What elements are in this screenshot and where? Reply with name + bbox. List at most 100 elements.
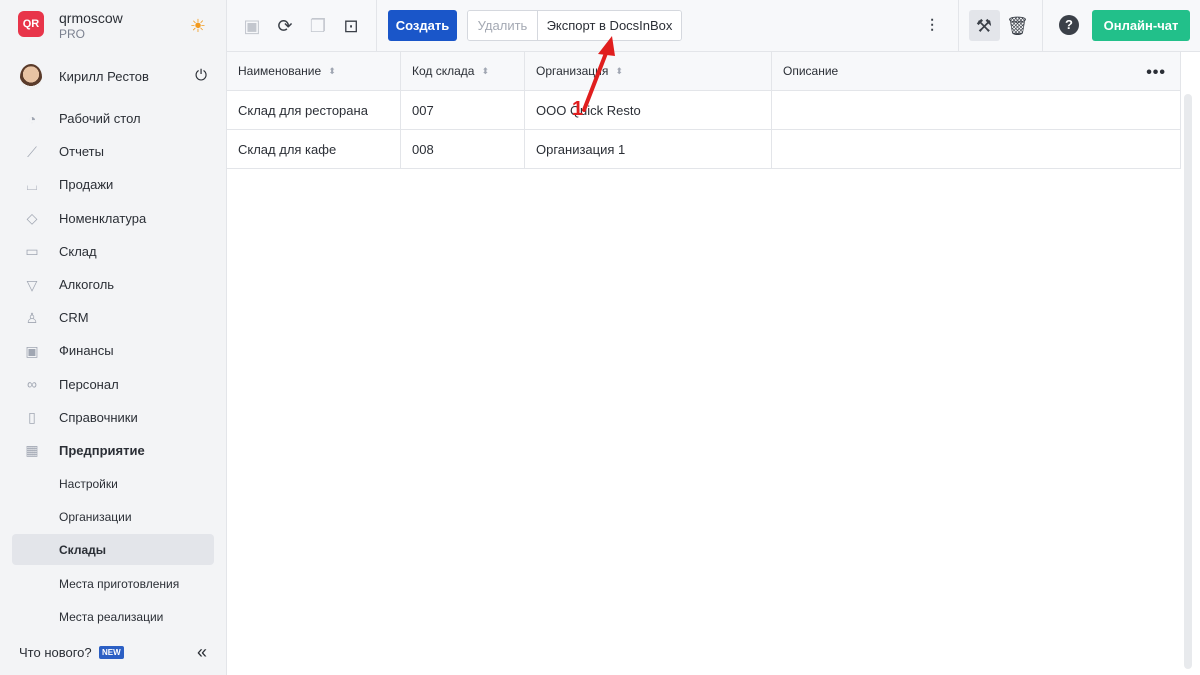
new-badge: NEW <box>99 646 124 659</box>
subnav-item-label: Места реализации <box>59 609 164 624</box>
copy-icon[interactable]: ❐ <box>307 15 329 37</box>
sidebar-item-label: Отчеты <box>59 144 104 160</box>
column-header-label: Организация <box>536 64 609 78</box>
online-chat-button[interactable]: Онлайн-чат <box>1092 10 1190 41</box>
account-name: qrmoscow <box>59 10 123 26</box>
column-header-description[interactable]: Описание ••• <box>772 52 1181 90</box>
book-icon: ▯ <box>28 409 36 426</box>
subnav-item-2[interactable]: Склады <box>0 533 227 566</box>
sidebar-item-1[interactable]: ⟋ Отчеты <box>0 135 227 168</box>
account-plan: PRO <box>59 27 86 41</box>
sidebar-item-label: Предприятие <box>59 442 145 458</box>
sort-icon[interactable]: ⬍ <box>328 66 336 76</box>
sidebar: QR qrmoscow PRO ☀ Кирилл Рестов ⏻ ◔ Рабоч… <box>0 0 227 675</box>
sidebar-item-label: Рабочий стол <box>59 111 141 127</box>
column-header-label: Наименование <box>238 64 322 78</box>
cell-name: Склад для кафе <box>227 130 401 168</box>
avatar <box>20 64 42 90</box>
toolbar-divider <box>1042 0 1043 52</box>
tools-icon[interactable]: ⚒ <box>973 15 995 37</box>
subnav-item-0[interactable]: Настройки <box>0 467 227 500</box>
cell-description <box>772 130 1181 168</box>
help-icon[interactable]: ? <box>1059 15 1079 35</box>
user-name: Кирилл Рестов <box>59 69 149 84</box>
trash-icon[interactable]: 🗑 <box>1006 15 1029 37</box>
sidebar-item-5[interactable]: ▽ Алкоголь <box>0 268 227 301</box>
toolbar-divider <box>958 0 959 52</box>
column-header-name[interactable]: Наименование ⬍ <box>227 52 401 90</box>
table-header-row: Наименование ⬍ Код склада ⬍ Организация ⬍ О… <box>227 52 1181 91</box>
cell-description <box>772 91 1181 129</box>
app-logo: QR <box>18 11 44 37</box>
sort-icon[interactable]: ⬍ <box>481 66 489 76</box>
box-icon: ▭ <box>25 243 39 260</box>
sidebar-item-label: Продажи <box>59 177 114 193</box>
inbox-icon[interactable]: ⊡ <box>340 15 362 37</box>
sun-icon[interactable]: ☀ <box>188 16 208 36</box>
power-icon[interactable]: ⏻ <box>192 67 210 85</box>
sidebar-item-9[interactable]: ▯ Справочники <box>0 401 227 434</box>
subnav-item-label: Места приготовления <box>59 576 180 591</box>
cell-organization: ООО Quick Resto <box>525 91 772 129</box>
basket-icon: ⌴ <box>26 176 38 193</box>
brand-header[interactable]: QR qrmoscow PRO ☀ <box>0 0 227 52</box>
sidebar-item-label: CRM <box>59 310 89 326</box>
sidebar-item-4[interactable]: ▭ Склад <box>0 235 227 268</box>
enterprise-subnav: Настройки Организации Склады Места приготов… <box>0 467 227 633</box>
main-nav: ◔ Рабочий стол ⟋ Отчеты ⌴ Продажи ◇ Номенклатур… <box>0 102 227 467</box>
sidebar-item-6[interactable]: ♙ CRM <box>0 301 227 334</box>
sort-icon[interactable]: ⬍ <box>615 66 623 76</box>
toolbar: ▣ ⟳ ❐ ⊡ Создать Удалить Экспорт в DocsIn… <box>227 0 1200 52</box>
whats-new[interactable]: Что нового? NEW « <box>0 638 227 666</box>
action-button-group: Удалить Экспорт в DocsInBox <box>467 10 682 41</box>
subnav-item-label: Склады <box>59 543 106 558</box>
sidebar-item-label: Номенклатура <box>59 210 147 226</box>
export-docsinbox-button[interactable]: Экспорт в DocsInBox <box>538 11 681 40</box>
sidebar-item-8[interactable]: ∞ Персонал <box>0 368 227 401</box>
more-options-icon[interactable]: ••• <box>1146 64 1166 82</box>
table-row[interactable]: Склад для кафе 008 Организация 1 <box>227 130 1181 169</box>
column-settings-icon[interactable]: ⫶ <box>921 15 943 37</box>
vertical-scrollbar[interactable] <box>1184 94 1192 669</box>
toolbar-divider <box>376 0 377 52</box>
column-header-label: Код склада <box>412 64 475 78</box>
column-header-organization[interactable]: Организация ⬍ <box>525 52 772 90</box>
sidebar-item-2[interactable]: ⌴ Продажи <box>0 168 227 201</box>
sidebar-item-0[interactable]: ◔ Рабочий стол <box>0 102 227 135</box>
delete-button[interactable]: Удалить <box>468 11 538 40</box>
collapse-sidebar-icon[interactable]: « <box>193 642 211 662</box>
subnav-item-4[interactable]: Места реализации <box>0 600 227 633</box>
create-button[interactable]: Создать <box>388 10 457 41</box>
save-icon[interactable]: ▣ <box>241 15 263 37</box>
sidebar-item-10[interactable]: ▦ Предприятие <box>0 434 227 467</box>
subnav-item-label: Настройки <box>59 477 118 491</box>
people-icon: ∞ <box>27 376 37 393</box>
table-row[interactable]: Склад для ресторана 007 ООО Quick Resto <box>227 91 1181 130</box>
whats-new-label: Что нового? <box>19 645 92 660</box>
subnav-item-1[interactable]: Организации <box>0 500 227 533</box>
warehouses-table: Наименование ⬍ Код склада ⬍ Организация ⬍ О… <box>227 52 1181 169</box>
enterprise-icon: ▦ <box>25 442 39 459</box>
column-header-code[interactable]: Код склада ⬍ <box>401 52 525 90</box>
wallet-icon: ▣ <box>25 342 39 359</box>
sidebar-item-label: Алкоголь <box>59 277 115 293</box>
column-header-label: Описание <box>783 64 839 78</box>
cell-code: 007 <box>401 91 525 129</box>
user-profile[interactable]: Кирилл Рестов ⏻ <box>0 60 227 94</box>
glass-icon: ▽ <box>26 276 38 293</box>
sidebar-item-label: Справочники <box>59 409 138 425</box>
sidebar-item-label: Склад <box>59 243 97 259</box>
sidebar-item-label: Персонал <box>59 376 119 392</box>
reports-icon: ⟋ <box>27 143 37 160</box>
sidebar-item-7[interactable]: ▣ Финансы <box>0 334 227 367</box>
cell-name: Склад для ресторана <box>227 91 401 129</box>
crm-icon: ♙ <box>25 309 39 326</box>
cell-organization: Организация 1 <box>525 130 772 168</box>
refresh-icon[interactable]: ⟳ <box>274 15 296 37</box>
sidebar-item-label: Финансы <box>59 343 114 359</box>
dashboard-icon: ◔ <box>27 110 37 127</box>
annotation-number: 1 <box>572 98 584 120</box>
sidebar-item-3[interactable]: ◇ Номенклатура <box>0 202 227 235</box>
subnav-item-3[interactable]: Места приготовления <box>0 567 227 600</box>
cell-code: 008 <box>401 130 525 168</box>
